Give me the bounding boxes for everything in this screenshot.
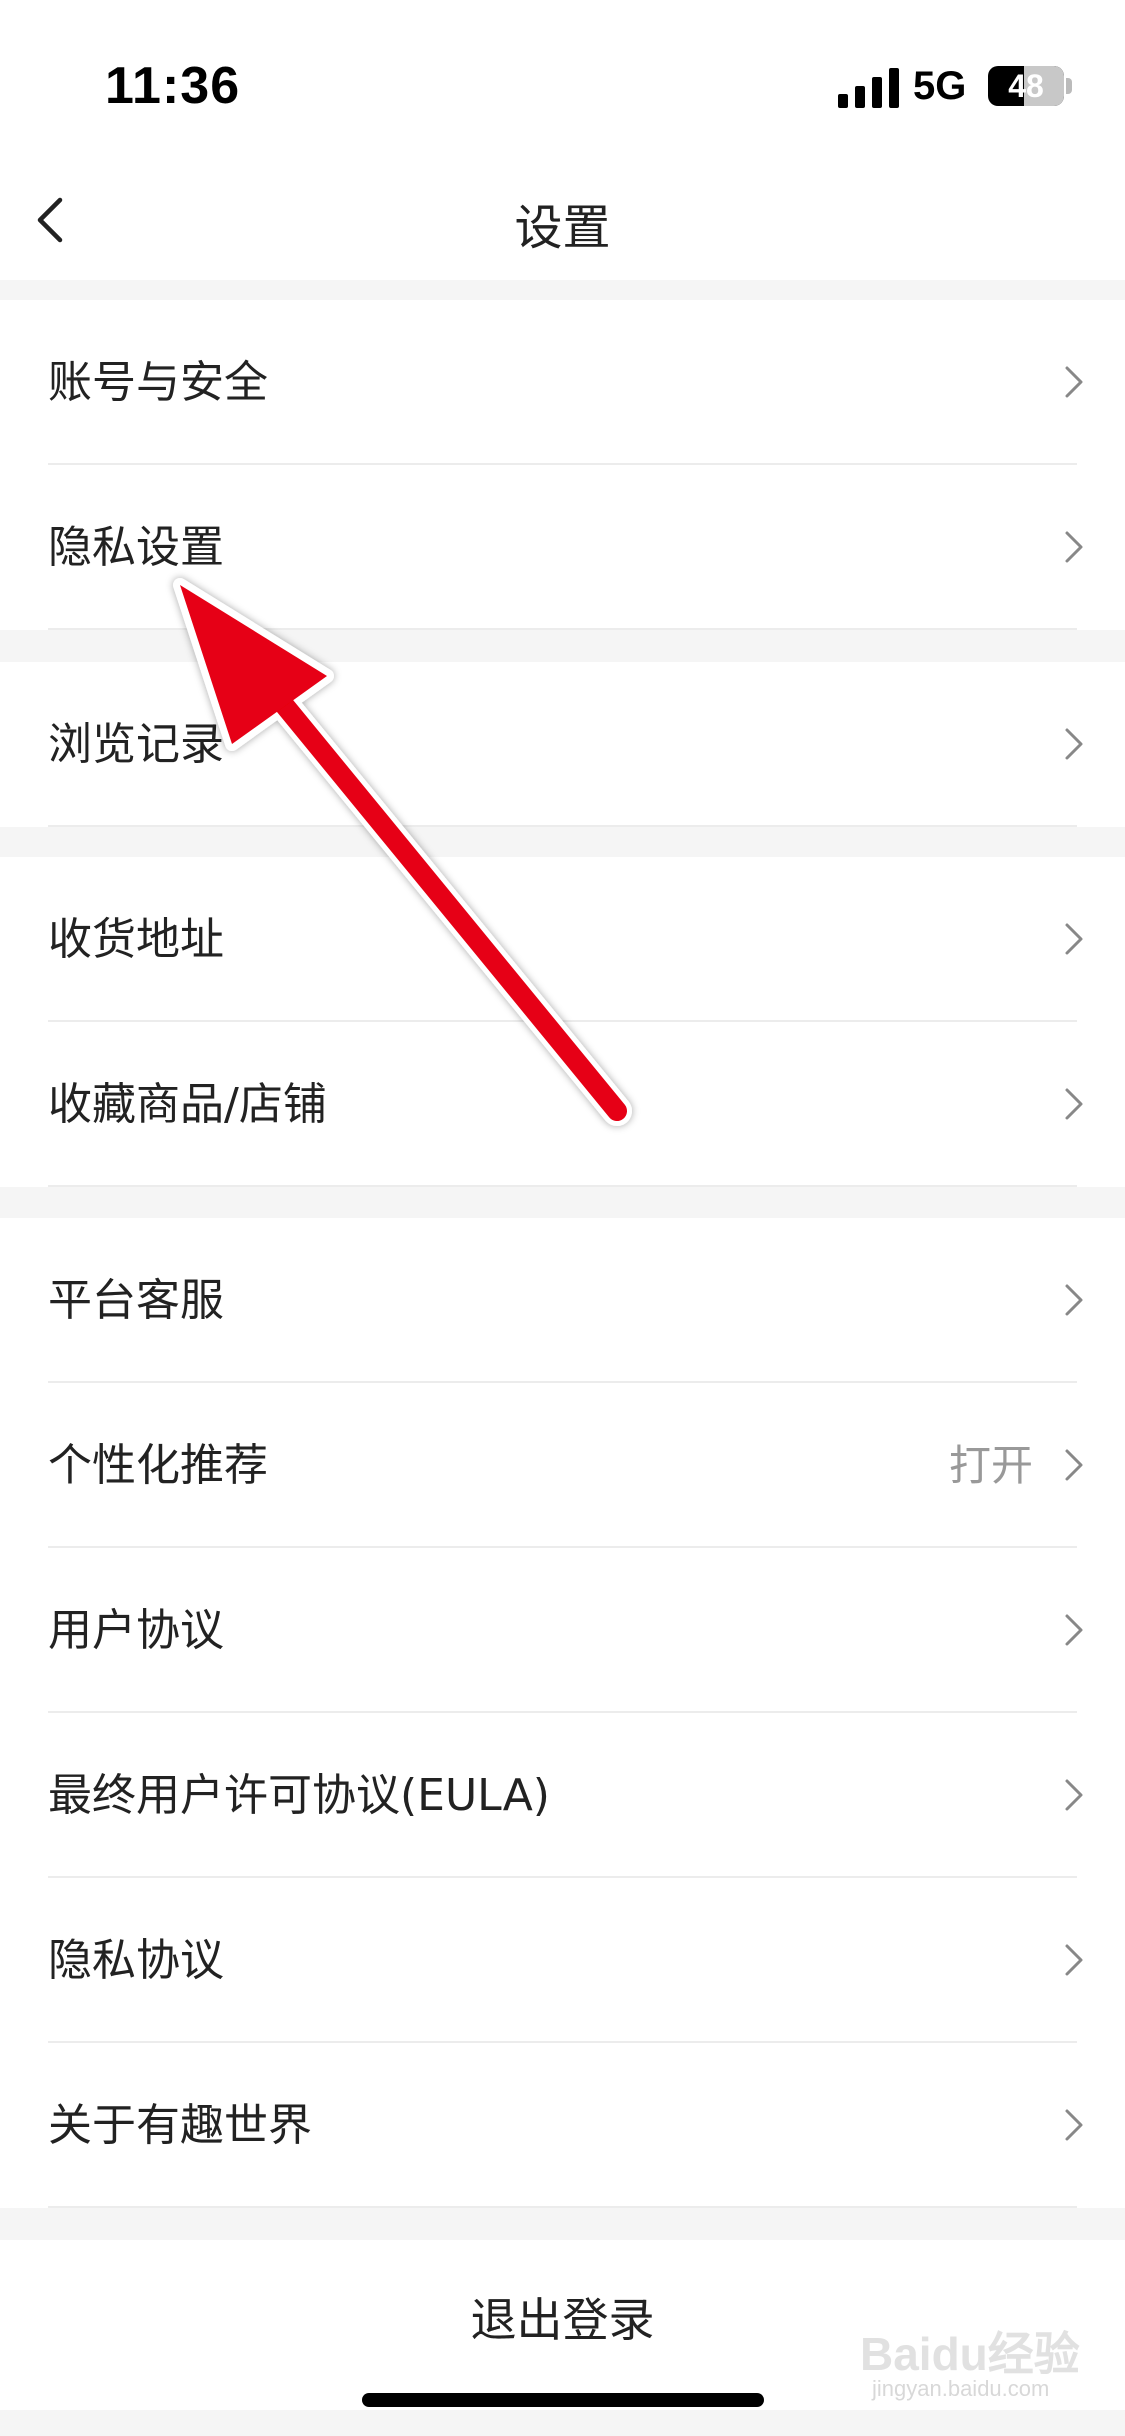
status-time: 11:36 xyxy=(105,57,241,115)
divider xyxy=(48,825,1077,827)
settings-item-label: 用户协议 xyxy=(48,1605,224,1656)
settings-item-label: 浏览记录 xyxy=(48,719,224,770)
chevron-right-icon xyxy=(1065,531,1083,563)
chevron-right-icon xyxy=(1065,1779,1083,1811)
nav-bar: 设置 xyxy=(0,160,1125,280)
settings-item-shipping-address[interactable]: 收货地址 xyxy=(0,857,1125,1022)
divider xyxy=(48,1185,1077,1187)
page-title: 设置 xyxy=(514,200,611,256)
settings-item-personalized-recommendation[interactable]: 个性化推荐 打开 xyxy=(0,1383,1125,1548)
cellular-signal-icon xyxy=(838,68,899,108)
settings-item-label: 个性化推荐 xyxy=(48,1440,268,1491)
chevron-right-icon xyxy=(1065,2109,1083,2141)
battery-cap xyxy=(1066,78,1072,94)
status-bar: 11:36 5G 48 xyxy=(0,0,1125,180)
chevron-right-icon xyxy=(1065,728,1083,760)
settings-group-history: 浏览记录 xyxy=(0,662,1125,827)
network-type: 5G xyxy=(913,64,967,108)
home-indicator[interactable] xyxy=(362,2393,764,2407)
settings-item-account-security[interactable]: 账号与安全 xyxy=(0,300,1125,465)
settings-item-about[interactable]: 关于有趣世界 xyxy=(0,2043,1125,2208)
settings-item-user-agreement[interactable]: 用户协议 xyxy=(0,1548,1125,1713)
settings-item-privacy-settings[interactable]: 隐私设置 xyxy=(0,465,1125,630)
settings-item-label: 隐私设置 xyxy=(48,522,224,573)
divider xyxy=(48,2206,1077,2208)
settings-item-favorites[interactable]: 收藏商品/店铺 xyxy=(0,1022,1125,1187)
battery-percent: 48 xyxy=(1008,68,1044,104)
settings-item-label: 收货地址 xyxy=(48,914,224,965)
battery-icon: 48 xyxy=(988,66,1064,106)
settings-item-privacy-policy[interactable]: 隐私协议 xyxy=(0,1878,1125,2043)
settings-item-label: 收藏商品/店铺 xyxy=(48,1079,327,1130)
watermark-url: jingyan.baidu.com xyxy=(872,2376,1050,2401)
watermark-logo: Baidu经验 xyxy=(860,2328,1080,2380)
chevron-right-icon xyxy=(1065,366,1083,398)
settings-group-about: 平台客服 个性化推荐 打开 用户协议 最终用户许可协议(EULA) 隐私协议 关… xyxy=(0,1218,1125,2208)
settings-group-account: 账号与安全 隐私设置 xyxy=(0,300,1125,630)
settings-item-label: 平台客服 xyxy=(48,1275,224,1326)
chevron-right-icon xyxy=(1065,1449,1083,1481)
chevron-right-icon xyxy=(1065,1284,1083,1316)
chevron-right-icon xyxy=(1065,1088,1083,1120)
settings-item-browsing-history[interactable]: 浏览记录 xyxy=(0,662,1125,827)
chevron-right-icon xyxy=(1065,1944,1083,1976)
settings-item-label: 账号与安全 xyxy=(48,357,268,408)
divider xyxy=(48,628,1077,630)
settings-item-eula[interactable]: 最终用户许可协议(EULA) xyxy=(0,1713,1125,1878)
settings-item-label: 关于有趣世界 xyxy=(48,2100,312,2151)
chevron-right-icon xyxy=(1065,1614,1083,1646)
settings-item-label: 最终用户许可协议(EULA) xyxy=(48,1770,550,1821)
settings-group-shopping: 收货地址 收藏商品/店铺 xyxy=(0,857,1125,1187)
settings-item-label: 隐私协议 xyxy=(48,1935,224,1986)
settings-item-value: 打开 xyxy=(948,1441,1033,1490)
chevron-right-icon xyxy=(1065,923,1083,955)
settings-item-customer-service[interactable]: 平台客服 xyxy=(0,1218,1125,1383)
